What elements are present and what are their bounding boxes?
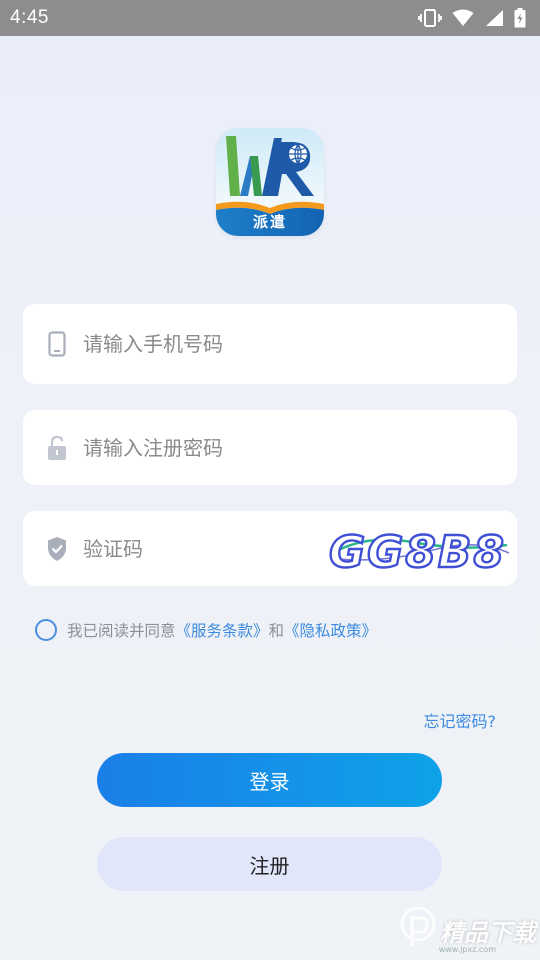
agreement-row: 我已阅读并同意 《服务条款》 和 《隐私政策》 — [35, 619, 377, 641]
terms-link[interactable]: 《服务条款》 — [176, 619, 269, 641]
watermark-logo-icon — [400, 906, 436, 954]
phone-icon — [45, 331, 69, 357]
agree-radio[interactable] — [35, 619, 57, 641]
signal-icon — [484, 9, 504, 27]
phone-input[interactable] — [83, 304, 303, 384]
captcha-input[interactable] — [83, 511, 303, 586]
shield-icon — [45, 536, 69, 562]
logo-text: 派遣 — [252, 213, 287, 231]
phone-field[interactable] — [23, 304, 517, 384]
battery-icon — [514, 8, 526, 28]
vibrate-icon — [418, 8, 442, 28]
status-bar: 4:45 — [0, 0, 540, 36]
password-input[interactable] — [83, 410, 303, 485]
wifi-icon — [452, 9, 474, 27]
status-time: 4:45 — [10, 7, 49, 28]
lock-icon — [45, 435, 69, 461]
agreement-and: 和 — [268, 622, 285, 640]
forgot-password-link[interactable]: 忘记密码? — [424, 708, 497, 732]
agreement-prefix: 我已阅读并同意 — [67, 622, 176, 640]
status-icons — [418, 8, 526, 28]
watermark: 精品下载 www.jpxz.com — [400, 906, 536, 954]
register-button[interactable]: 注册 — [97, 837, 442, 891]
watermark-text: 精品下载 — [440, 918, 536, 947]
captcha-image[interactable]: GG8B8 — [327, 519, 513, 579]
password-field[interactable] — [23, 410, 517, 485]
login-button[interactable]: 登录 — [97, 753, 442, 807]
captcha-field[interactable]: GG8B8 — [23, 511, 517, 586]
privacy-link[interactable]: 《隐私政策》 — [284, 619, 377, 641]
captcha-text: GG8B8 — [329, 527, 506, 578]
app-logo: 派遣 — [216, 128, 324, 236]
watermark-url: www.jpxz.com — [438, 945, 496, 954]
